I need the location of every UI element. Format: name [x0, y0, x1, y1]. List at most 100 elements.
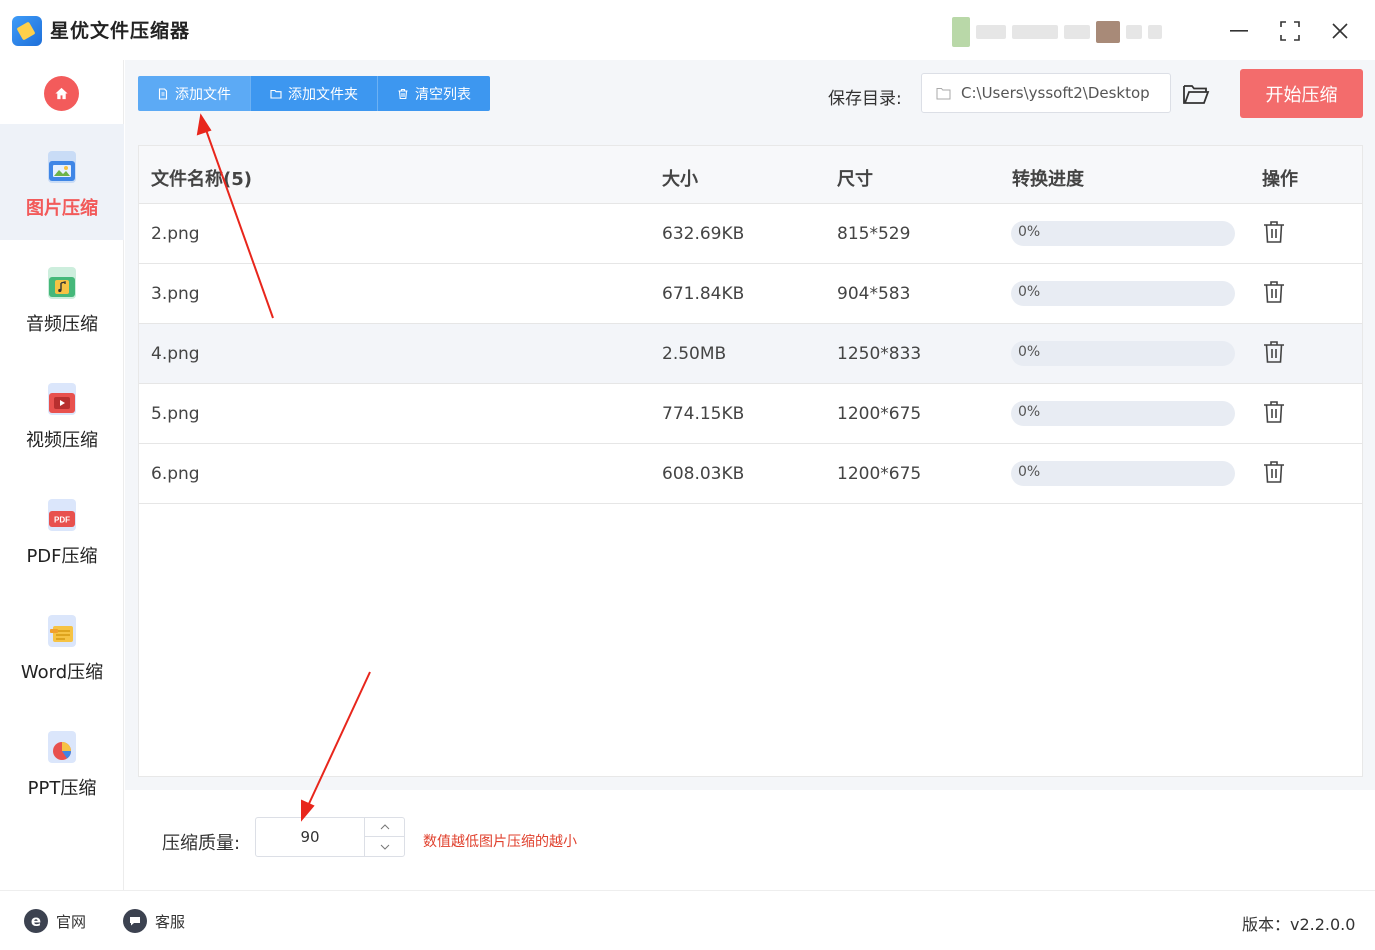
settings-panel: 压缩质量: 90 数值越低图片压缩的越小 [125, 790, 1375, 890]
file-name: 4.png [151, 344, 200, 364]
file-dims: 1200*675 [837, 464, 922, 484]
ie-icon: e [24, 909, 48, 933]
progress-bar: 0% [1011, 461, 1235, 486]
sidebar-item-pdf[interactable]: PDF PDF压缩 [0, 472, 124, 588]
file-dims: 1250*833 [837, 344, 922, 364]
sidebar-item-image[interactable]: 图片压缩 [0, 124, 124, 240]
file-dims: 815*529 [837, 224, 911, 244]
sidebar-item-label: PDF压缩 [26, 546, 98, 567]
file-table: 文件名称(5) 大小 尺寸 转换进度 操作 2.png 632.69KB 815… [138, 145, 1363, 777]
table-row[interactable]: 4.png 2.50MB 1250*833 0% [139, 324, 1362, 384]
word-icon [48, 615, 76, 647]
user-account-blurred[interactable] [952, 16, 1202, 48]
file-name: 2.png [151, 224, 200, 244]
file-icon [158, 87, 168, 100]
delete-icon[interactable] [1263, 280, 1285, 304]
add-folder-button[interactable]: 添加文件夹 [251, 76, 378, 111]
app-title: 星优文件压缩器 [50, 20, 191, 42]
sidebar-item-ppt[interactable]: PPT压缩 [0, 704, 124, 820]
file-dims: 904*583 [837, 284, 911, 304]
delete-icon[interactable] [1263, 220, 1285, 244]
title-bar: 星优文件压缩器 [0, 0, 1375, 60]
progress-text: 0% [1018, 464, 1041, 480]
progress-bar: 0% [1011, 401, 1235, 426]
decrement-button[interactable] [365, 837, 405, 856]
support-link[interactable]: 客服 [123, 909, 185, 933]
col-action-header: 操作 [1262, 169, 1298, 190]
sidebar-item-video[interactable]: 视频压缩 [0, 356, 124, 472]
audio-icon [48, 267, 76, 299]
quality-stepper[interactable]: 90 [255, 817, 405, 857]
sidebar-item-label: PPT压缩 [27, 778, 97, 799]
footer: e 官网 客服 版本：v2.2.0.0 [0, 890, 1375, 950]
close-icon[interactable] [1323, 14, 1357, 48]
progress-text: 0% [1018, 344, 1041, 360]
sidebar-item-word[interactable]: Word压缩 [0, 588, 124, 704]
file-size: 608.03KB [662, 464, 745, 484]
progress-text: 0% [1018, 404, 1041, 420]
col-size-header: 大小 [662, 169, 698, 190]
add-file-button[interactable]: 添加文件 [138, 76, 251, 111]
folder-icon [936, 87, 951, 99]
file-size: 2.50MB [662, 344, 727, 364]
progress-bar: 0% [1011, 221, 1235, 246]
toolbar: 添加文件 添加文件夹 清空列表 [138, 76, 490, 111]
clear-list-button[interactable]: 清空列表 [378, 76, 490, 111]
quality-label: 压缩质量: [162, 833, 241, 854]
file-size: 632.69KB [662, 224, 745, 244]
app-logo-icon [12, 16, 42, 46]
save-dir-label: 保存目录: [828, 89, 902, 109]
chat-icon [123, 909, 147, 933]
col-progress-header: 转换进度 [1012, 169, 1084, 190]
open-folder-icon[interactable] [1182, 80, 1210, 108]
add-file-label: 添加文件 [175, 86, 231, 103]
svg-text:PDF: PDF [54, 516, 70, 525]
minimize-icon[interactable] [1222, 14, 1256, 48]
delete-icon[interactable] [1263, 400, 1285, 424]
main-panel: 添加文件 添加文件夹 清空列表 保存目录: C:\Users\yssoft2\D… [125, 60, 1375, 890]
chevron-down-icon [380, 844, 390, 850]
table-row[interactable]: 3.png 671.84KB 904*583 0% [139, 264, 1362, 324]
file-name: 6.png [151, 464, 200, 484]
quality-value[interactable]: 90 [256, 828, 364, 846]
table-header: 文件名称(5) 大小 尺寸 转换进度 操作 [139, 146, 1362, 204]
clear-list-label: 清空列表 [415, 86, 471, 103]
file-size: 671.84KB [662, 284, 745, 304]
file-name: 3.png [151, 284, 200, 304]
maximize-icon[interactable] [1273, 14, 1307, 48]
delete-icon[interactable] [1263, 340, 1285, 364]
sidebar: 图片压缩 音频压缩 视频压缩 PDF PDF压缩 Word压缩 PPT压缩 [0, 60, 124, 890]
sidebar-item-label: 图片压缩 [26, 198, 98, 219]
sidebar-item-audio[interactable]: 音频压缩 [0, 240, 124, 356]
table-row[interactable]: 5.png 774.15KB 1200*675 0% [139, 384, 1362, 444]
add-folder-label: 添加文件夹 [288, 86, 358, 103]
file-name: 5.png [151, 404, 200, 424]
progress-text: 0% [1018, 224, 1041, 240]
sidebar-item-label: 视频压缩 [26, 430, 98, 451]
progress-bar: 0% [1011, 281, 1235, 306]
video-icon [48, 383, 76, 415]
chevron-up-icon [380, 824, 390, 830]
progress-bar: 0% [1011, 341, 1235, 366]
table-row[interactable]: 2.png 632.69KB 815*529 0% [139, 204, 1362, 264]
save-dir-field[interactable]: C:\Users\yssoft2\Desktop [921, 73, 1171, 113]
trash-icon [398, 88, 408, 99]
file-size: 774.15KB [662, 404, 745, 424]
file-dims: 1200*675 [837, 404, 922, 424]
sidebar-item-label: 音频压缩 [26, 314, 98, 335]
progress-text: 0% [1018, 284, 1041, 300]
sidebar-item-label: Word压缩 [20, 662, 104, 683]
website-link[interactable]: e 官网 [24, 909, 86, 933]
table-row[interactable]: 6.png 608.03KB 1200*675 0% [139, 444, 1362, 504]
folder-icon [270, 89, 282, 99]
quality-hint: 数值越低图片压缩的越小 [423, 834, 577, 850]
start-compress-button[interactable]: 开始压缩 [1240, 69, 1363, 118]
support-label: 客服 [155, 912, 186, 931]
ppt-icon [48, 731, 76, 763]
home-icon[interactable] [44, 76, 79, 111]
delete-icon[interactable] [1263, 460, 1285, 484]
image-icon [48, 151, 76, 183]
increment-button[interactable] [365, 818, 405, 837]
pdf-icon: PDF [48, 499, 76, 531]
save-dir-value: C:\Users\yssoft2\Desktop [961, 84, 1150, 102]
